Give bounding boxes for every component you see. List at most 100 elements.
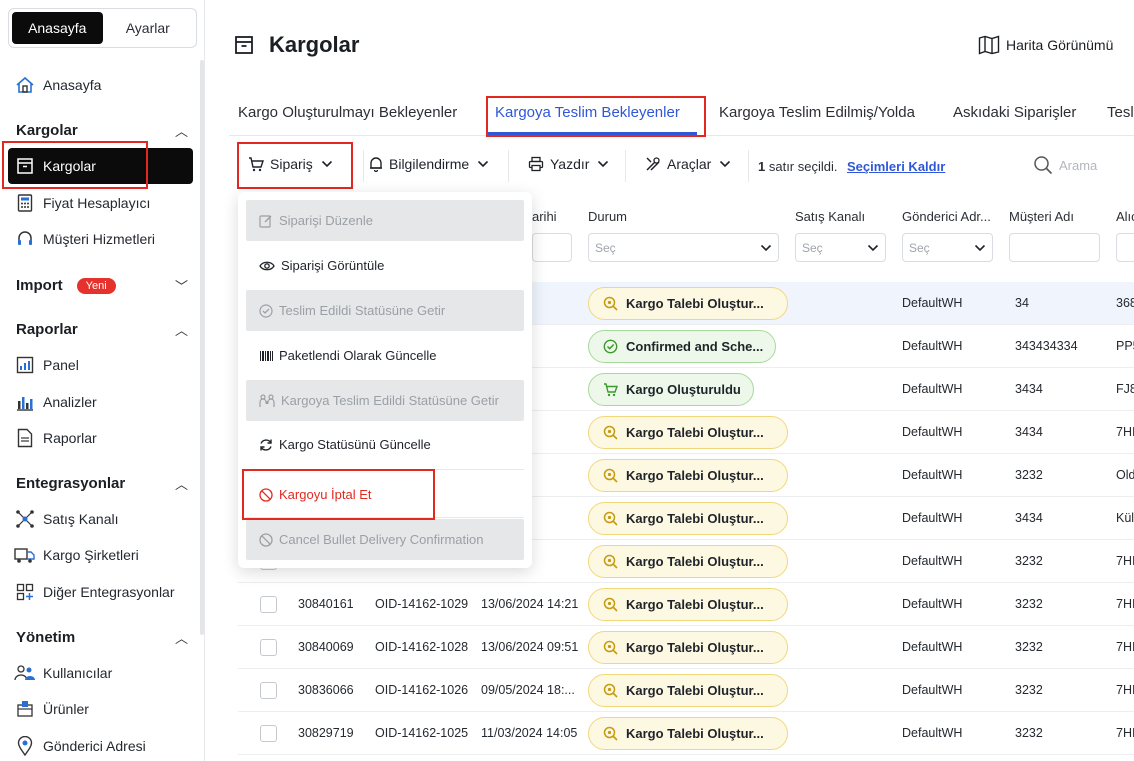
status-badge: Kargo Talebi Oluştur...: [588, 717, 788, 750]
date-filter[interactable]: [532, 233, 572, 262]
menu-item-label: Cancel Bullet Delivery Confirmation: [279, 532, 484, 547]
sidebar-item-fiyat[interactable]: Fiyat Hesaplayıcı: [14, 189, 190, 217]
section-kargolar[interactable]: Kargolar ︿: [16, 121, 188, 140]
menu-item-mark-handed-over[interactable]: Kargoya Teslim Edildi Statüsüne Getir: [246, 380, 524, 421]
section-yonetim[interactable]: Yönetim ︿: [16, 628, 188, 647]
cell-customer: 3232: [1015, 554, 1043, 568]
table-row[interactable]: 30829719 OID-14162-1025 11/03/2024 14:05 Ka…: [238, 712, 1134, 755]
sidebar-item-satis[interactable]: Satış Kanalı: [14, 505, 190, 533]
section-title: Yönetim: [16, 629, 76, 646]
bilgilendirme-menu-button[interactable]: Bilgilendirme: [369, 156, 495, 172]
araclar-menu-button[interactable]: Araçlar: [645, 156, 737, 172]
column-header-sender[interactable]: Gönderici Adr...: [902, 209, 991, 224]
customer-filter[interactable]: [1009, 233, 1100, 262]
sidebar-item-label: Fiyat Hesaplayıcı: [43, 195, 151, 211]
sidebar-item-panel[interactable]: Panel: [14, 351, 190, 379]
table-row[interactable]: 30840069 OID-14162-1028 13/06/2024 09:51 Ka…: [238, 626, 1134, 669]
tab-on-hold[interactable]: Askıdaki Siparişler: [953, 104, 1076, 121]
section-raporlar[interactable]: Raporlar ︿: [16, 320, 188, 339]
cell-oid: OID-14162-1026: [375, 683, 469, 697]
highlight-box: [237, 142, 353, 189]
sidebar-item-kargo-sirketleri[interactable]: Kargo Şirketleri: [14, 541, 190, 569]
status-filter[interactable]: Seç: [588, 233, 779, 262]
cell-customer: 3232: [1015, 597, 1043, 611]
column-header-customer[interactable]: Müşteri Adı: [1009, 209, 1074, 224]
sidebar-item-home[interactable]: Anasayfa: [14, 71, 190, 99]
cell-date: 13/06/2024 14:21: [481, 597, 579, 611]
tools-icon: [646, 157, 660, 171]
cell-recipient: 7HI: [1116, 554, 1134, 568]
cell-sender: DefaultWH: [902, 382, 963, 396]
check-circle-icon: [603, 339, 626, 354]
cell-customer: 343434334: [1015, 339, 1078, 353]
cell-recipient: 7HI: [1116, 425, 1134, 439]
search-icon: [1034, 156, 1053, 175]
cell-date: 13/06/2024 09:51: [481, 640, 579, 654]
search-icon: [603, 683, 626, 698]
row-checkbox[interactable]: [260, 639, 277, 656]
cell-recipient: 7HI: [1116, 640, 1134, 654]
menu-item-view-order[interactable]: Siparişi Görüntüle: [246, 245, 524, 286]
menu-item-cancel-bullet[interactable]: Cancel Bullet Delivery Confirmation: [246, 519, 524, 560]
tab-in-transit[interactable]: Kargoya Teslim Edilmiş/Yolda: [719, 104, 915, 121]
menu-item-edit-order[interactable]: Siparişi Düzenle: [246, 200, 524, 241]
toggle-settings[interactable]: Ayarlar: [103, 12, 194, 44]
refresh-icon: [260, 438, 272, 451]
column-header-date[interactable]: arihi: [532, 209, 557, 224]
menu-item-label: Teslim Edildi Statüsüne Getir: [279, 303, 446, 318]
search-box[interactable]: Arama: [1033, 155, 1097, 175]
section-entegrasyonlar[interactable]: Entegrasyonlar ︿: [16, 474, 188, 493]
menu-item-label: Siparişi Görüntüle: [281, 258, 385, 273]
sidebar-item-diger[interactable]: Diğer Entegrasyonlar: [14, 578, 190, 606]
search-icon: [603, 640, 626, 655]
menu-item-mark-packed[interactable]: Paketlendi Olarak Güncelle: [246, 335, 524, 376]
channel-filter[interactable]: Seç: [795, 233, 886, 262]
chevron-down-icon: [720, 160, 731, 168]
sidebar-item-urunler[interactable]: Ürünler: [14, 695, 190, 723]
row-checkbox[interactable]: [260, 682, 277, 699]
sidebar-item-raporlar[interactable]: Raporlar: [14, 424, 190, 452]
status-badge: Kargo Talebi Oluştur...: [588, 674, 788, 707]
cell-customer: 3232: [1015, 683, 1043, 697]
yazdir-menu-button[interactable]: Yazdır: [528, 156, 615, 172]
dashboard-icon: [14, 354, 36, 376]
row-checkbox[interactable]: [260, 596, 277, 613]
column-header-channel[interactable]: Satış Kanalı: [795, 209, 865, 224]
cell-sender: DefaultWH: [902, 425, 963, 439]
table-row[interactable]: 30836066 OID-14162-1026 09/05/2024 18:... K…: [238, 669, 1134, 712]
toggle-home[interactable]: Anasayfa: [12, 12, 103, 44]
menu-item-mark-delivered[interactable]: Teslim Edildi Statüsüne Getir: [246, 290, 524, 331]
column-header-recipient[interactable]: Alıcı: [1116, 209, 1134, 224]
barcode-icon: [260, 350, 273, 361]
status-badge: Kargo Talebi Oluştur...: [588, 459, 788, 492]
sidebar-scrollbar[interactable]: [200, 60, 204, 635]
cell-recipient: 368: [1116, 296, 1134, 310]
sidebar-item-gonderici[interactable]: Gönderici Adresi: [14, 732, 190, 760]
section-title: Kargolar: [16, 122, 78, 139]
analytics-icon: [14, 391, 36, 413]
sidebar-item-analizler[interactable]: Analizler: [14, 388, 190, 416]
table-row[interactable]: 30840161 OID-14162-1029 13/06/2024 14:21 Ka…: [238, 583, 1134, 626]
cell-recipient: PP5: [1116, 339, 1134, 353]
box-icon: [234, 35, 254, 58]
clear-selection-link[interactable]: Seçimleri Kaldır: [847, 159, 945, 174]
status-text: Kargo Talebi Oluştur...: [626, 511, 764, 526]
status-text: Kargo Talebi Oluştur...: [626, 468, 764, 483]
row-checkbox[interactable]: [260, 725, 277, 742]
chevron-up-icon: ︿: [174, 323, 188, 338]
tab-delivered[interactable]: Tesl: [1107, 104, 1134, 121]
section-title: Raporlar: [16, 321, 78, 338]
map-view-button[interactable]: Harita Görünümü: [978, 35, 1113, 55]
section-import[interactable]: Import Yeni ﹀: [16, 276, 188, 295]
integrations-icon: [14, 581, 36, 603]
sender-filter[interactable]: Seç: [902, 233, 993, 262]
recipient-filter[interactable]: [1116, 233, 1134, 262]
menu-item-label: Paketlendi Olarak Güncelle: [279, 348, 437, 363]
search-icon: [603, 425, 626, 440]
toolbar-divider: [363, 150, 364, 182]
sidebar-item-kullanicilar[interactable]: Kullanıcılar: [14, 659, 190, 687]
tab-awaiting-creation[interactable]: Kargo Oluşturulmayı Bekleyenler: [238, 104, 457, 121]
menu-item-update-cargo-status[interactable]: Kargo Statüsünü Güncelle: [246, 424, 524, 465]
column-header-status[interactable]: Durum: [588, 209, 627, 224]
sidebar-item-musteri[interactable]: Müşteri Hizmetleri: [14, 225, 190, 253]
